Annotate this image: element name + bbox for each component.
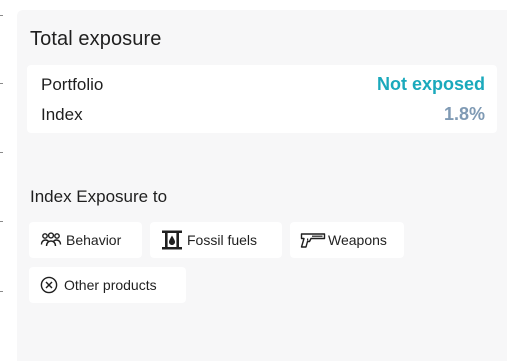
portfolio-row: Portfolio Not exposed bbox=[41, 73, 485, 97]
total-exposure-card: Total exposure Portfolio Not exposed Ind… bbox=[17, 10, 507, 361]
tick-mark bbox=[0, 83, 3, 84]
exposure-summary: Portfolio Not exposed Index 1.8% bbox=[27, 65, 497, 133]
card-title: Total exposure bbox=[30, 28, 162, 50]
weapons-label: Weapons bbox=[328, 232, 387, 248]
left-axis-ticks bbox=[0, 0, 4, 361]
fossil-fuels-chip[interactable]: Fossil fuels bbox=[150, 222, 282, 258]
fossil-fuels-label: Fossil fuels bbox=[187, 232, 258, 248]
portfolio-value: Not exposed bbox=[376, 74, 485, 94]
portfolio-label: Portfolio bbox=[41, 75, 104, 94]
other-products-label: Other products bbox=[64, 277, 157, 293]
circle-x-icon bbox=[40, 276, 58, 294]
weapons-chip[interactable]: Weapons bbox=[290, 222, 404, 258]
tick-mark bbox=[0, 291, 3, 292]
tick-mark bbox=[0, 221, 3, 222]
page: Total exposure Portfolio Not exposed Ind… bbox=[0, 0, 507, 361]
oil-barrel-icon bbox=[161, 229, 183, 251]
index-label: Index bbox=[41, 105, 83, 124]
gun-icon bbox=[300, 231, 326, 249]
index-value: 1.8% bbox=[443, 104, 485, 124]
tick-mark bbox=[0, 15, 3, 16]
other-products-chip[interactable]: Other products bbox=[29, 267, 186, 303]
people-group-icon bbox=[40, 232, 62, 248]
tick-mark bbox=[0, 152, 3, 153]
index-row: Index 1.8% bbox=[41, 103, 485, 127]
behavior-label: Behavior bbox=[66, 232, 122, 248]
behavior-chip[interactable]: Behavior bbox=[29, 222, 142, 258]
index-exposure-title: Index Exposure to bbox=[30, 187, 168, 206]
